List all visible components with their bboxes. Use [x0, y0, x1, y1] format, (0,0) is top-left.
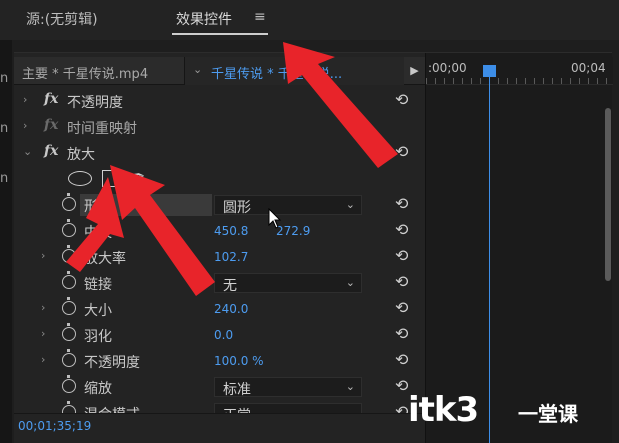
reset-icon[interactable]: ⟲	[395, 90, 408, 109]
link-dropdown[interactable]: 无 ⌄	[214, 273, 362, 294]
stopwatch-icon[interactable]	[62, 271, 76, 289]
playhead-line[interactable]	[489, 77, 490, 443]
time-ruler[interactable]: :00;00 00;04	[426, 57, 613, 85]
ruler-ticks	[426, 78, 613, 84]
reset-icon[interactable]: ⟲	[395, 220, 408, 239]
magnification-value[interactable]: 102.7	[214, 250, 248, 264]
effect-row-time-remapping[interactable]: › fx 时间重映射	[14, 114, 425, 140]
property-label: 羽化	[84, 329, 112, 345]
chevron-down-icon: ⌄	[345, 276, 355, 289]
chevron-down-icon: ⌄	[345, 380, 355, 393]
property-row-magnification: › 放大率 102.7 ⟲	[14, 244, 425, 270]
mask-tools: ✒	[14, 166, 425, 192]
stopwatch-icon[interactable]	[62, 219, 76, 237]
effect-controls-panel: 主要 * 千星传说.mp4 ⌄ 千星传说 * 千星传说... ▶ › fx 不透…	[14, 52, 613, 443]
tab-source[interactable]: 源:(无剪辑)	[26, 9, 98, 29]
adjacent-panel-edge: n n n	[0, 40, 12, 443]
property-label: 缩放	[84, 381, 112, 397]
reset-icon[interactable]: ⟲	[395, 350, 408, 369]
center-x-value[interactable]: 450.8	[214, 224, 248, 238]
tab-effect-controls[interactable]: 效果控件	[176, 9, 232, 29]
divider	[14, 413, 425, 414]
sequence-clip-select[interactable]: ⌄ 千星传说 * 千星传说...	[184, 57, 404, 85]
chevron-right-icon[interactable]: ›	[23, 93, 27, 106]
current-timecode[interactable]: 00;01;35;19	[18, 419, 91, 433]
chevron-right-icon[interactable]: ›	[41, 301, 45, 314]
effect-row-magnify[interactable]: ⌄ fx 放大 ⟲	[14, 140, 425, 166]
effect-name: 放大	[67, 147, 95, 163]
stopwatch-icon[interactable]	[62, 245, 76, 263]
stopwatch-icon[interactable]	[62, 323, 76, 341]
size-value[interactable]: 240.0	[214, 302, 248, 316]
reset-icon[interactable]: ⟲	[395, 142, 408, 161]
edge-char: n	[0, 171, 9, 186]
property-row-opacity: › 不透明度 100.0 % ⟲	[14, 348, 425, 374]
chevron-right-icon[interactable]: ›	[23, 119, 27, 132]
watermark-brand: itk3	[408, 390, 479, 430]
dropdown-value: 标准	[223, 382, 251, 398]
property-row-shape: 形状 圆形 ⌄ ⟲	[14, 192, 425, 218]
chevron-right-icon[interactable]: ›	[41, 249, 45, 262]
opacity-value[interactable]: 100.0 %	[214, 354, 264, 368]
center-y-value[interactable]: 272.9	[276, 224, 310, 238]
effect-row-opacity[interactable]: › fx 不透明度 ⟲	[14, 88, 425, 114]
property-row-feather: › 羽化 0.0 ⟲	[14, 322, 425, 348]
reset-icon[interactable]: ⟲	[395, 376, 408, 395]
stopwatch-icon[interactable]	[62, 297, 76, 315]
watermark-cn: 一堂课	[518, 402, 578, 426]
pen-mask-icon[interactable]: ✒	[131, 167, 145, 187]
property-row-size: › 大小 240.0 ⟲	[14, 296, 425, 322]
shape-dropdown[interactable]: 圆形 ⌄	[214, 195, 362, 216]
chevron-down-icon[interactable]: ⌄	[23, 145, 32, 158]
chevron-down-icon: ⌄	[345, 198, 355, 211]
dropdown-value: 圆形	[223, 200, 251, 216]
reset-icon[interactable]: ⟲	[395, 272, 408, 291]
reset-icon[interactable]: ⟲	[395, 298, 408, 317]
reset-icon[interactable]: ⟲	[395, 246, 408, 265]
feather-value[interactable]: 0.0	[214, 328, 233, 342]
fx-toggle-icon[interactable]: fx	[44, 143, 58, 159]
effect-name: 时间重映射	[67, 121, 137, 137]
property-row-blend-mode: 混合模式 正常 ⌄ ⟲	[14, 400, 425, 414]
property-label: 中央	[84, 225, 112, 241]
property-label: 放大率	[84, 251, 126, 267]
ruler-end-label: 00;04	[571, 61, 606, 75]
stopwatch-icon[interactable]	[62, 375, 76, 393]
panel-tab-bar: 源:(无剪辑) 效果控件 ≡	[0, 0, 619, 40]
ellipse-mask-icon[interactable]	[68, 171, 92, 186]
edge-char: n	[0, 121, 9, 136]
property-row-center: 中央 450.8 272.9 ⟲	[14, 218, 425, 244]
reset-icon[interactable]: ⟲	[395, 324, 408, 343]
fx-toggle-icon[interactable]: fx	[44, 91, 58, 107]
play-icon[interactable]: ▶	[404, 57, 425, 85]
sequence-clip-label: 千星传说 * 千星传说...	[211, 67, 343, 82]
stopwatch-icon[interactable]	[62, 193, 76, 211]
active-tab-indicator	[172, 33, 268, 35]
effect-controls-list: 主要 * 千星传说.mp4 ⌄ 千星传说 * 千星传说... ▶ › fx 不透…	[14, 53, 425, 443]
property-label: 大小	[84, 303, 112, 319]
clip-selector-bar: 主要 * 千星传说.mp4 ⌄ 千星传说 * 千星传说... ▶	[14, 57, 425, 85]
master-clip-label[interactable]: 主要 * 千星传说.mp4	[22, 63, 148, 82]
rectangle-mask-icon[interactable]	[102, 170, 120, 187]
chevron-right-icon[interactable]: ›	[41, 353, 45, 366]
effect-timeline[interactable]: :00;00 00;04	[425, 53, 613, 443]
fx-toggle-icon[interactable]: fx	[44, 117, 58, 133]
property-label: 不透明度	[84, 355, 140, 371]
edge-char: n	[0, 71, 9, 86]
chevron-right-icon[interactable]: ›	[41, 327, 45, 340]
ruler-start-label: :00;00	[428, 61, 467, 75]
property-label: 形状	[84, 199, 112, 215]
reset-icon[interactable]: ⟲	[395, 194, 408, 213]
property-row-link: 链接 无 ⌄ ⟲	[14, 270, 425, 296]
property-label: 链接	[84, 277, 112, 293]
stopwatch-icon[interactable]	[62, 349, 76, 367]
vertical-scrollbar[interactable]	[605, 108, 611, 281]
playhead-handle[interactable]	[483, 65, 496, 77]
chevron-down-icon: ⌄	[193, 63, 203, 76]
property-row-scaling: 缩放 标准 ⌄ ⟲	[14, 374, 425, 400]
effect-name: 不透明度	[67, 95, 123, 111]
dropdown-value: 无	[223, 278, 237, 294]
scaling-dropdown[interactable]: 标准 ⌄	[214, 377, 362, 398]
panel-menu-icon[interactable]: ≡	[254, 9, 266, 25]
